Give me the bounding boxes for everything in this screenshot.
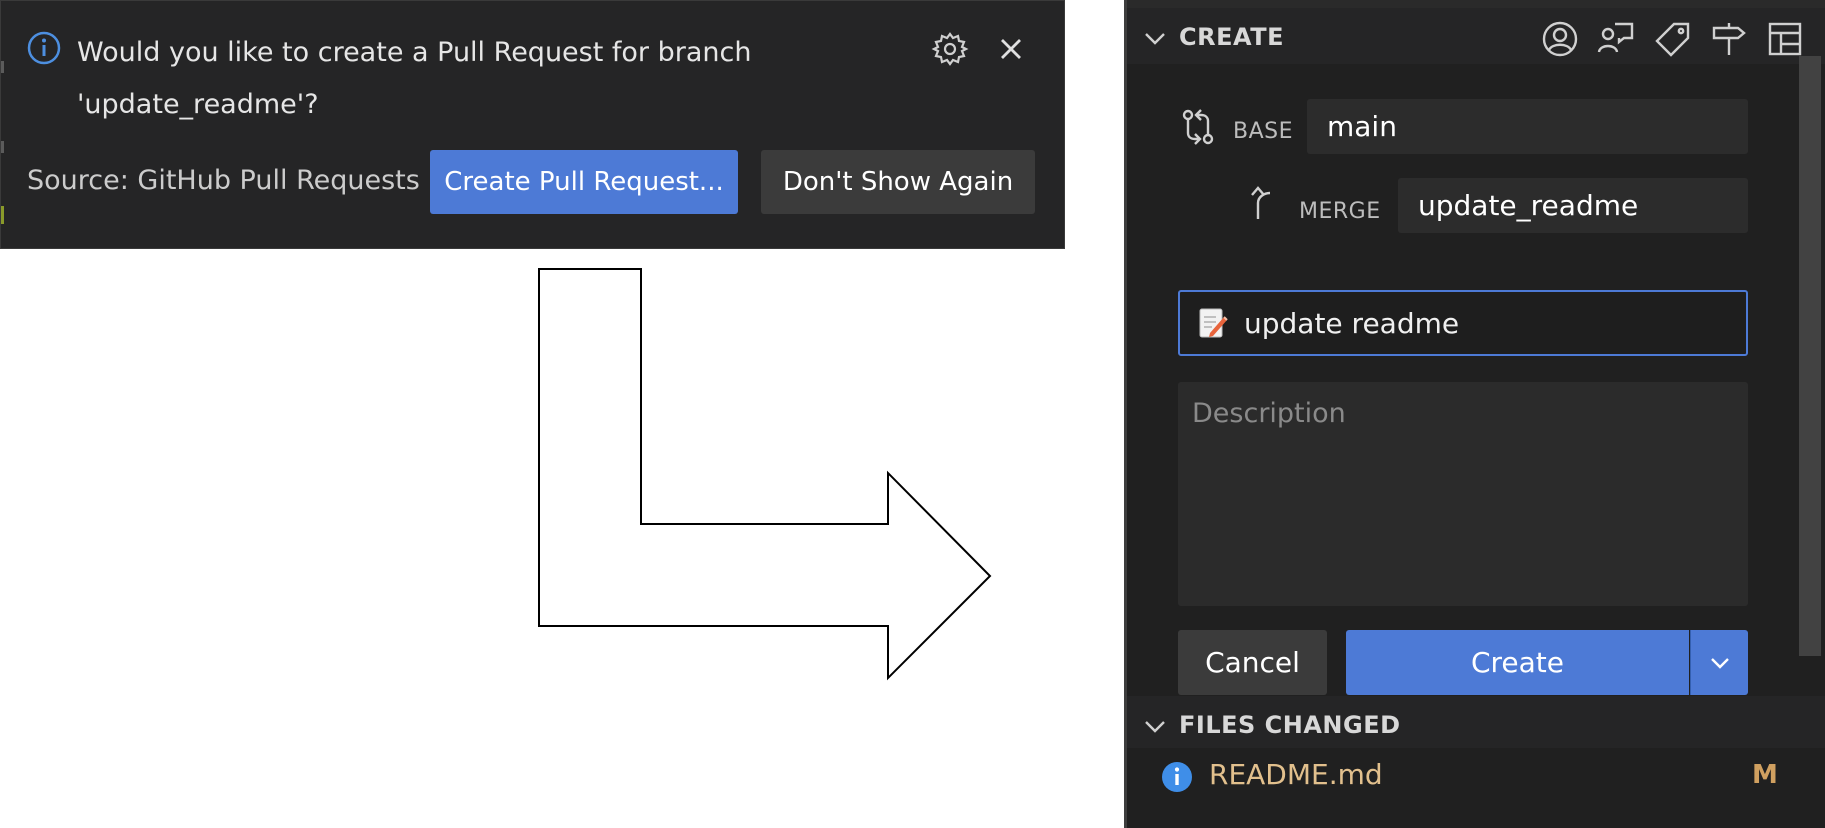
base-label: BASE xyxy=(1233,119,1294,144)
chevron-down-icon xyxy=(1145,721,1165,733)
chevron-down-icon xyxy=(1145,33,1165,45)
pr-title-value: update readme xyxy=(1244,306,1460,340)
merge-arrow-icon xyxy=(1251,186,1271,219)
close-icon[interactable] xyxy=(995,33,1027,65)
notification-toast: Would you like to create a Pull Request … xyxy=(0,0,1065,249)
file-status-badge: M xyxy=(1752,760,1778,790)
left-edge-mark xyxy=(1,206,4,224)
pr-title-input[interactable]: update readme xyxy=(1178,290,1748,356)
pull-request-create-panel: CREATE BASE main MERGE update_readme upd… xyxy=(1124,0,1825,828)
dont-show-again-button[interactable]: Don't Show Again xyxy=(761,150,1035,214)
create-button[interactable]: Create xyxy=(1346,630,1689,695)
project-icon[interactable] xyxy=(1766,20,1804,58)
merge-label: MERGE xyxy=(1299,199,1381,224)
compare-branches-icon xyxy=(1182,109,1214,145)
cancel-button[interactable]: Cancel xyxy=(1178,630,1327,695)
base-branch-select[interactable]: main xyxy=(1307,99,1748,154)
create-options-dropdown[interactable] xyxy=(1690,630,1748,695)
notification-source: Source: GitHub Pull Requests xyxy=(27,165,420,196)
create-section-header[interactable]: CREATE xyxy=(1127,8,1825,64)
create-section-title: CREATE xyxy=(1179,23,1284,51)
comment-discussion-icon[interactable] xyxy=(1597,20,1635,58)
notification-message: Would you like to create a Pull Request … xyxy=(77,37,752,120)
memo-icon xyxy=(1199,308,1228,338)
description-textarea[interactable]: Description xyxy=(1178,382,1748,606)
left-edge-mark xyxy=(1,141,4,153)
file-name: README.md xyxy=(1209,758,1383,791)
gear-icon[interactable] xyxy=(931,30,969,68)
tag-icon[interactable] xyxy=(1654,20,1692,58)
panel-top-strip xyxy=(1127,0,1825,8)
files-changed-section-header[interactable]: FILES CHANGED xyxy=(1127,696,1825,748)
changed-file-row[interactable]: README.md M xyxy=(1127,748,1825,804)
info-icon xyxy=(1162,762,1192,792)
create-pull-request-button[interactable]: Create Pull Request... xyxy=(430,150,738,214)
description-placeholder: Description xyxy=(1192,398,1346,429)
files-changed-title: FILES CHANGED xyxy=(1179,711,1401,739)
account-icon[interactable] xyxy=(1541,20,1579,58)
left-edge-mark xyxy=(1,61,4,73)
milestone-icon[interactable] xyxy=(1710,20,1748,58)
panel-scrollbar[interactable] xyxy=(1799,56,1821,656)
info-icon xyxy=(27,31,61,65)
merge-branch-select[interactable]: update_readme xyxy=(1398,178,1748,233)
chevron-down-icon xyxy=(1710,657,1729,669)
